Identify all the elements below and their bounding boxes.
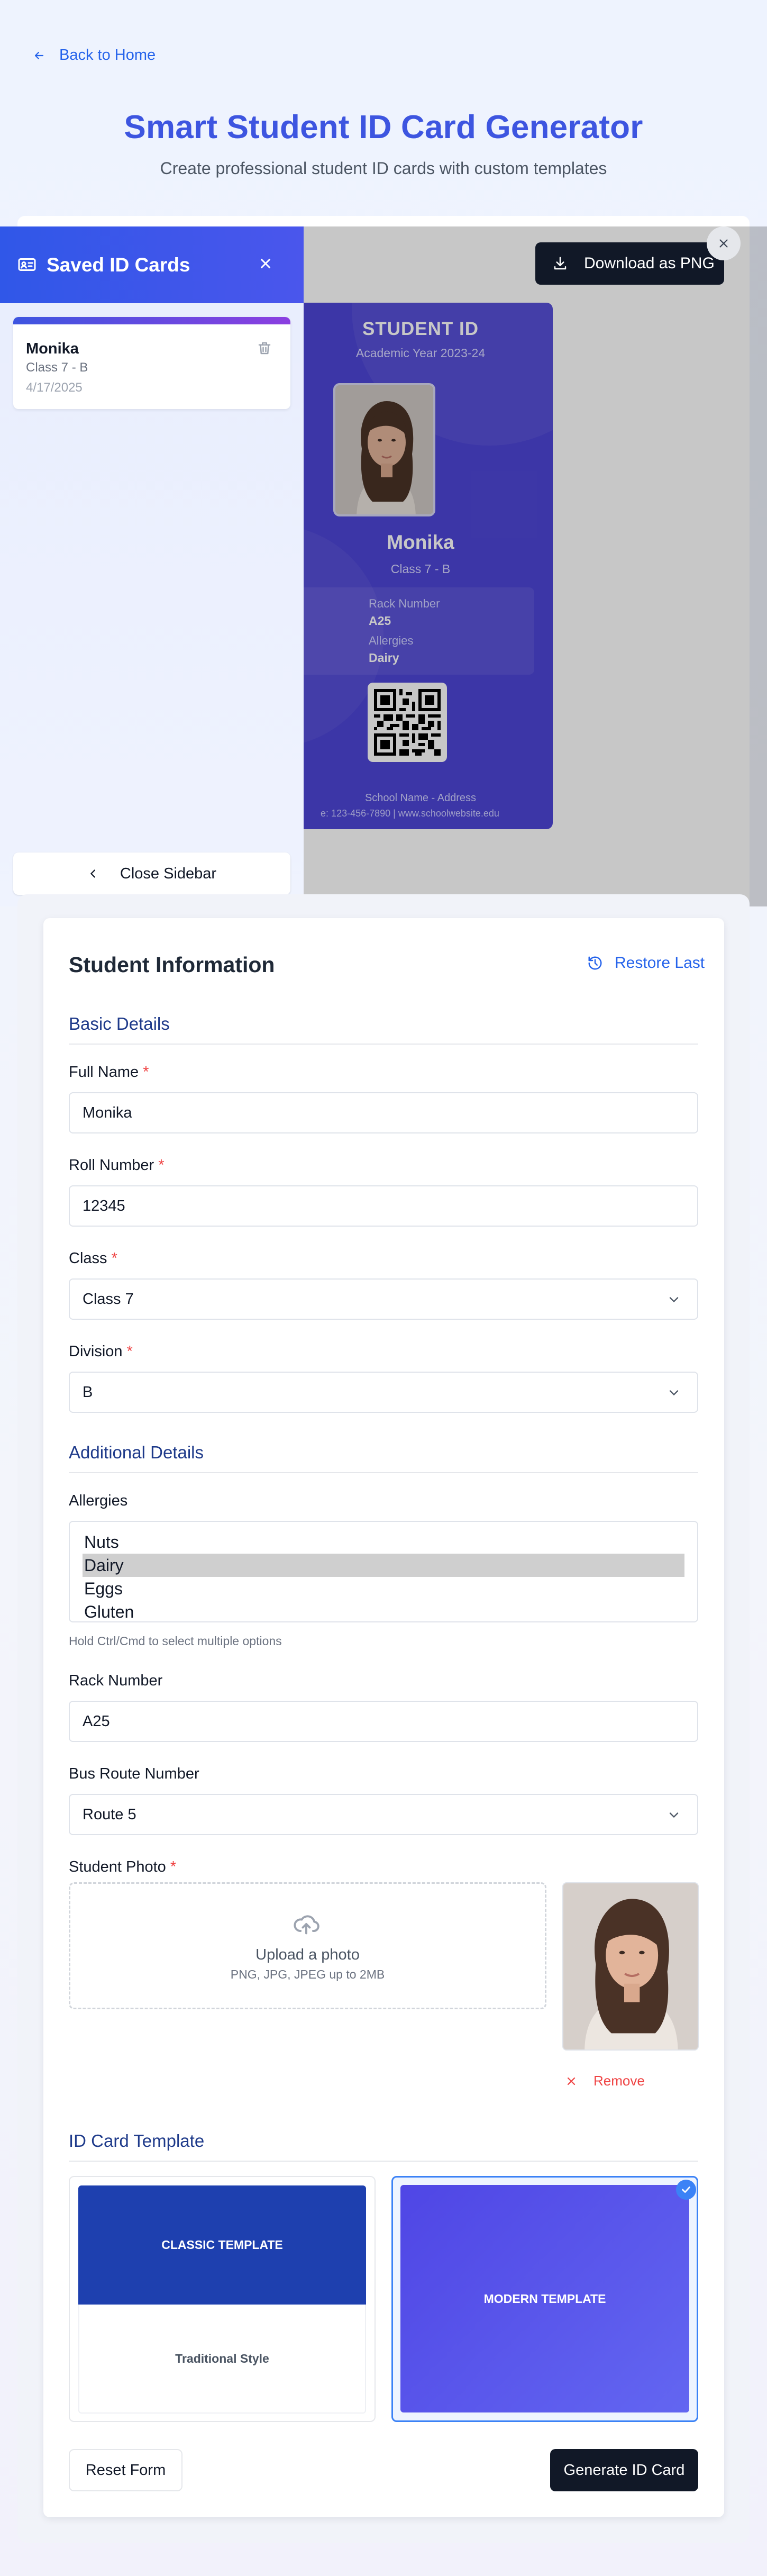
roll-number-input[interactable]: 12345: [69, 1185, 698, 1227]
chevron-down-icon: [669, 1390, 679, 1396]
allergy-option-selected[interactable]: Dairy: [83, 1554, 684, 1577]
history-icon: [588, 956, 602, 970]
close-preview-button[interactable]: [707, 226, 741, 260]
photo-upload-dropzone[interactable]: Upload a photo PNG, JPG, JPEG up to 2MB: [69, 1882, 546, 2009]
section-divider: [69, 1472, 698, 1473]
classic-template-name: CLASSIC TEMPLATE: [78, 2185, 366, 2305]
download-png-label: Download as PNG: [584, 255, 715, 272]
allergies-hint: Hold Ctrl/Cmd to select multiple options: [69, 1634, 282, 1648]
student-photo-label: Student Photo *: [69, 1858, 177, 1875]
page-title: Smart Student ID Card Generator: [124, 109, 643, 146]
section-divider: [69, 2161, 698, 2162]
remove-photo-label: Remove: [593, 2073, 645, 2089]
remove-photo-button[interactable]: Remove: [565, 2073, 645, 2089]
saved-card-item[interactable]: Monika Class 7 - B 4/17/2025: [13, 317, 290, 409]
close-icon: [567, 2077, 576, 2085]
back-to-home-link[interactable]: Back to Home: [33, 47, 156, 64]
allergy-option[interactable]: Nuts: [83, 1530, 684, 1554]
bus-route-select-value: Route 5: [83, 1806, 136, 1823]
allergies-label: Allergies: [69, 1492, 128, 1509]
restore-last-button[interactable]: Restore Last: [587, 954, 705, 972]
template-heading: ID Card Template: [69, 2131, 205, 2151]
allergy-option[interactable]: Gluten: [83, 1600, 684, 1623]
additional-details-heading: Additional Details: [69, 1443, 204, 1462]
modern-template-name: MODERN TEMPLATE: [400, 2185, 689, 2412]
close-icon: [719, 239, 728, 248]
download-icon: [554, 257, 567, 270]
close-sidebar-label: Close Sidebar: [120, 865, 217, 882]
allergies-multiselect[interactable]: Nuts Dairy Eggs Gluten: [69, 1521, 698, 1622]
sidebar-title: Saved ID Cards: [47, 254, 190, 276]
saved-card-name: Monika: [26, 340, 79, 357]
division-select-value: B: [83, 1383, 93, 1401]
check-icon: [676, 2180, 696, 2200]
page-subtitle: Create professional student ID cards wit…: [160, 159, 607, 178]
reset-form-button[interactable]: Reset Form: [69, 2449, 182, 2491]
chevron-down-icon: [669, 1297, 679, 1303]
division-label: Division *: [69, 1343, 133, 1360]
class-label: Class *: [69, 1250, 117, 1267]
arrow-left-icon: [34, 51, 44, 59]
modern-template-option[interactable]: MODERN TEMPLATE: [391, 2176, 698, 2422]
upload-hint: PNG, JPG, JPEG up to 2MB: [230, 1967, 385, 1981]
saved-card-accent: [13, 317, 290, 324]
division-select[interactable]: B: [69, 1372, 698, 1413]
upload-title: Upload a photo: [255, 1946, 360, 1963]
form-title: Student Information: [69, 953, 275, 977]
download-png-button[interactable]: Download as PNG: [535, 242, 724, 285]
rack-number-input[interactable]: A25: [69, 1701, 698, 1742]
full-name-input[interactable]: Monika: [69, 1092, 698, 1133]
class-select-value: Class 7: [83, 1290, 134, 1308]
section-divider: [69, 1044, 698, 1045]
rack-number-label: Rack Number: [69, 1672, 163, 1689]
allergy-option[interactable]: Eggs: [83, 1577, 684, 1600]
chevron-down-icon: [669, 1812, 679, 1818]
chevron-left-icon: [90, 869, 95, 878]
bus-route-label: Bus Route Number: [69, 1765, 199, 1782]
bus-route-select[interactable]: Route 5: [69, 1794, 698, 1835]
saved-card-date: 4/17/2025: [26, 380, 83, 395]
trash-icon[interactable]: [257, 340, 272, 359]
upload-cloud-icon: [293, 1910, 320, 1940]
sidebar-header: Saved ID Cards: [0, 226, 304, 303]
roll-number-label: Roll Number *: [69, 1157, 165, 1174]
saved-cards-sidebar: Saved ID Cards Monika Class 7 - B 4/17/2…: [0, 226, 304, 906]
student-photo-preview: [562, 1882, 699, 2051]
classic-template-option[interactable]: CLASSIC TEMPLATE Traditional Style: [69, 2176, 376, 2422]
full-name-label: Full Name *: [69, 1064, 149, 1081]
id-card-icon: [17, 255, 36, 277]
restore-last-label: Restore Last: [615, 954, 705, 972]
generate-id-card-button[interactable]: Generate ID Card: [550, 2449, 698, 2491]
back-to-home-label: Back to Home: [59, 47, 156, 64]
close-sidebar-icon[interactable]: [256, 254, 275, 276]
close-sidebar-button[interactable]: Close Sidebar: [13, 852, 290, 895]
classic-template-caption: Traditional Style: [78, 2305, 366, 2414]
basic-details-heading: Basic Details: [69, 1014, 170, 1033]
saved-card-class: Class 7 - B: [26, 360, 88, 375]
class-select[interactable]: Class 7: [69, 1278, 698, 1320]
